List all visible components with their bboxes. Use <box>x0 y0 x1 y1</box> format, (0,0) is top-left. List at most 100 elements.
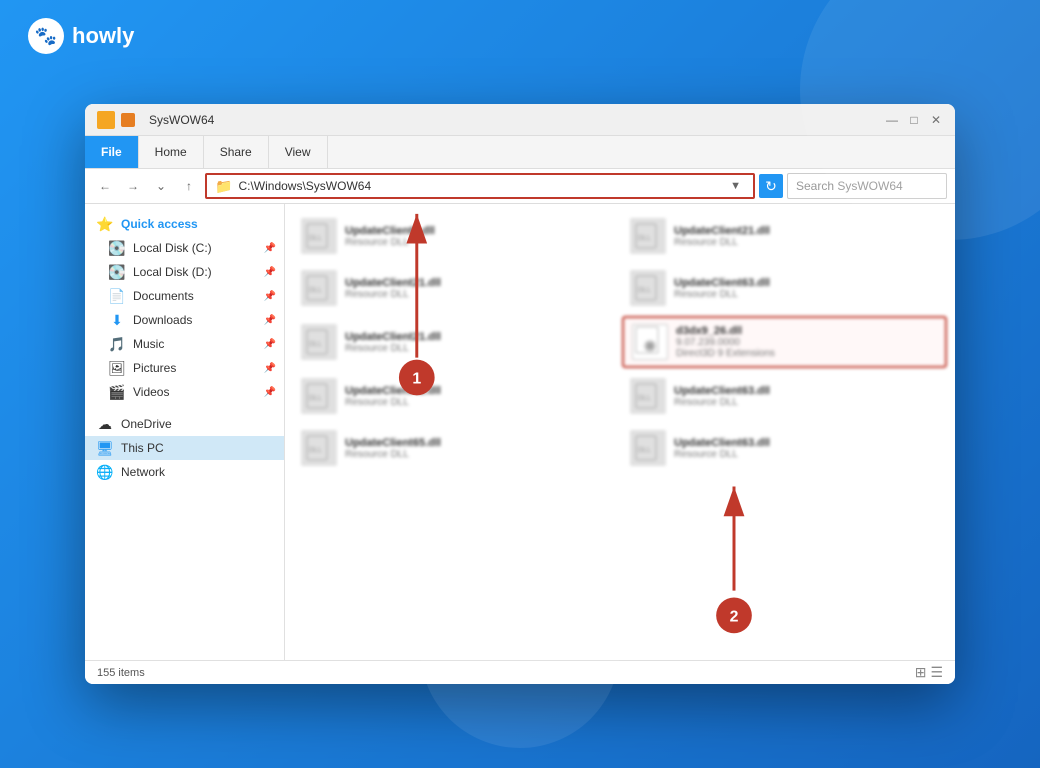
file-item-updateclient63b[interactable]: DLL UpdateClient63.dll Resource DLL <box>622 372 947 420</box>
file-info-9: UpdateClient65.dll Resource DLL <box>345 437 441 460</box>
file-item-updateclient5[interactable]: DLL UpdateClient5.dll Resource DLL <box>293 212 618 260</box>
file-thumb-9: DLL <box>301 430 337 466</box>
title-bar: SysWOW64 — □ ✕ <box>85 104 955 136</box>
title-bar-controls: — □ ✕ <box>885 113 943 127</box>
svg-text:DLL: DLL <box>638 395 651 402</box>
ribbon-tabs: File Home Share View <box>85 136 955 168</box>
videos-icon: 🎬 <box>109 384 125 400</box>
pin-icon-music: 📌 <box>264 339 276 350</box>
tab-file[interactable]: File <box>85 136 139 168</box>
sidebar-item-downloads[interactable]: ⬇ Downloads 📌 <box>85 308 284 332</box>
view-icons: ⊞ ☰ <box>915 664 943 681</box>
file-name-1: UpdateClient5.dll <box>345 225 435 237</box>
sidebar-item-network-label: Network <box>121 465 165 479</box>
sidebar-item-videos[interactable]: 🎬 Videos 📌 <box>85 380 284 404</box>
sidebar-item-onedrive[interactable]: ☁ OneDrive <box>85 412 284 436</box>
pin-icon-pictures: 📌 <box>264 363 276 374</box>
svg-text:2: 2 <box>730 608 739 625</box>
svg-text:DLL: DLL <box>309 235 322 242</box>
sidebar-item-network[interactable]: 🌐 Network <box>85 460 284 484</box>
search-field[interactable]: Search SysWOW64 <box>787 173 947 199</box>
file-desc-7: Resource DLL <box>345 397 441 408</box>
file-name-d3dx9: d3dx9_26.dll <box>676 325 775 337</box>
close-button[interactable]: ✕ <box>929 113 943 127</box>
maximize-button[interactable]: □ <box>907 113 921 127</box>
file-desc-1: Resource DLL <box>345 237 435 248</box>
file-name-2: UpdateClient21.dll <box>674 225 770 237</box>
forward-button[interactable]: → <box>121 174 145 198</box>
sidebar-item-music[interactable]: 🎵 Music 📌 <box>85 332 284 356</box>
sidebar-item-quick-access[interactable]: ⭐ Quick access <box>85 212 284 236</box>
file-item-updateclient65[interactable]: DLL UpdateClient65.dll Resource DLL <box>293 424 618 472</box>
address-field[interactable]: 📁 C:\Windows\SysWOW64 ▼ <box>205 173 755 199</box>
up-button[interactable]: ↑ <box>177 174 201 198</box>
title-bar-title: SysWOW64 <box>149 113 214 127</box>
file-thumb-3: DLL <box>301 270 337 306</box>
file-thumb-4: DLL <box>630 270 666 306</box>
ribbon: File Home Share View <box>85 136 955 169</box>
local-disk-c-icon: 💽 <box>109 240 125 256</box>
this-pc-icon: 🖥 <box>97 440 113 456</box>
file-item-updateclient42[interactable]: DLL UpdateClient42.dll Resource DLL <box>293 372 618 420</box>
sidebar-item-local-disk-c[interactable]: 💽 Local Disk (C:) 📌 <box>85 236 284 260</box>
pin-icon-docs: 📌 <box>264 291 276 302</box>
back-button[interactable]: ← <box>93 174 117 198</box>
file-info-1: UpdateClient5.dll Resource DLL <box>345 225 435 248</box>
file-info-7: UpdateClient42.dll Resource DLL <box>345 385 441 408</box>
tab-view[interactable]: View <box>269 136 328 168</box>
file-thumb-1: DLL <box>301 218 337 254</box>
address-dropdown-arrow[interactable]: ▼ <box>726 180 745 192</box>
file-name-7: UpdateClient42.dll <box>345 385 441 397</box>
sidebar-item-documents-label: Documents <box>133 289 194 303</box>
recent-button[interactable]: ⌄ <box>149 174 173 198</box>
svg-text:DLL: DLL <box>309 395 322 402</box>
file-name-4: UpdateClient63.dll <box>674 277 770 289</box>
sidebar-item-local-disk-d[interactable]: 💽 Local Disk (D:) 📌 <box>85 260 284 284</box>
pin-icon-c: 📌 <box>264 243 276 254</box>
file-item-updateclient63a[interactable]: DLL UpdateClient63.dll Resource DLL <box>622 264 947 312</box>
tab-home[interactable]: Home <box>139 136 204 168</box>
brand-logo: 🐾 howly <box>28 18 134 54</box>
brand-icon: 🐾 <box>28 18 64 54</box>
sidebar-item-videos-label: Videos <box>133 385 169 399</box>
svg-text:DLL: DLL <box>309 341 322 348</box>
minimize-button[interactable]: — <box>885 113 899 127</box>
file-name-10: UpdateClient63.dll <box>674 437 770 449</box>
file-thumb-2: DLL <box>630 218 666 254</box>
main-content: ⭐ Quick access 💽 Local Disk (C:) 📌 💽 Loc… <box>85 204 955 660</box>
file-thumb-d3dx9 <box>632 324 668 360</box>
svg-text:DLL: DLL <box>309 287 322 294</box>
file-desc-9: Resource DLL <box>345 449 441 460</box>
file-info-10: UpdateClient63.dll Resource DLL <box>674 437 770 460</box>
file-item-updateclient21c[interactable]: DLL UpdateClient21.dll Resource DLL <box>293 316 618 368</box>
file-desc-5: Resource DLL <box>345 343 441 354</box>
file-item-updateclient21a[interactable]: DLL UpdateClient21.dll Resource DLL <box>622 212 947 260</box>
file-grid: DLL UpdateClient5.dll Resource DLL DLL U… <box>285 204 955 480</box>
sidebar-item-local-disk-d-label: Local Disk (D:) <box>133 265 212 279</box>
sidebar-item-this-pc[interactable]: 🖥 This PC <box>85 436 284 460</box>
sidebar-item-pictures-label: Pictures <box>133 361 176 375</box>
details-view-icon[interactable]: ⊞ <box>915 664 927 681</box>
address-folder-icon: 📁 <box>215 178 232 195</box>
file-info-8: UpdateClient63.dll Resource DLL <box>674 385 770 408</box>
onedrive-icon: ☁ <box>97 416 113 432</box>
file-item-updateclient21b[interactable]: DLL UpdateClient21.dll Resource DLL <box>293 264 618 312</box>
tab-share[interactable]: Share <box>204 136 269 168</box>
file-info-4: UpdateClient63.dll Resource DLL <box>674 277 770 300</box>
sidebar-item-pictures[interactable]: 🖼 Pictures 📌 <box>85 356 284 380</box>
sidebar-item-documents[interactable]: 📄 Documents 📌 <box>85 284 284 308</box>
network-icon: 🌐 <box>97 464 113 480</box>
sidebar-item-music-label: Music <box>133 337 164 351</box>
svg-text:DLL: DLL <box>638 447 651 454</box>
pin-icon-d: 📌 <box>264 267 276 278</box>
file-item-d3dx9[interactable]: d3dx9_26.dll 9.07.239.0000 Direct3D 9 Ex… <box>622 316 947 368</box>
file-desc-d3dx9-version: 9.07.239.0000 <box>676 337 775 348</box>
refresh-button[interactable]: ↻ <box>759 174 783 198</box>
music-icon: 🎵 <box>109 336 125 352</box>
local-disk-d-icon: 💽 <box>109 264 125 280</box>
file-name-8: UpdateClient63.dll <box>674 385 770 397</box>
brand-name: howly <box>72 23 134 49</box>
list-view-icon[interactable]: ☰ <box>930 664 943 681</box>
explorer-window: SysWOW64 — □ ✕ File Home Share View ← → … <box>85 104 955 684</box>
file-item-updateclient63c[interactable]: DLL UpdateClient63.dll Resource DLL <box>622 424 947 472</box>
